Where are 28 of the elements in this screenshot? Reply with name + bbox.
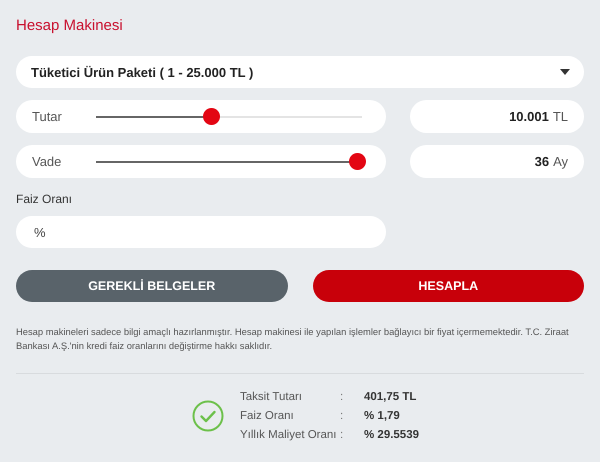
slider-thumb[interactable] (202, 108, 220, 125)
product-dropdown[interactable]: Tüketici Ürün Paketi ( 1 - 25.000 TL ) (16, 56, 584, 88)
result-label: Yıllık Maliyet Oranı (240, 428, 338, 443)
unit-text: Ay (553, 154, 568, 169)
caret-icon (560, 69, 570, 75)
result-label: Taksit Tutarı (240, 390, 303, 405)
slider-thumb[interactable] (349, 153, 366, 170)
value-field[interactable]: 10.001 TL (410, 100, 584, 133)
result-value: % 1,79 (364, 409, 401, 424)
unit-text: TL (552, 109, 568, 124)
result-value: % 29.5539 (364, 428, 419, 443)
separator-text: : (340, 428, 344, 443)
value-text: 10.001 (509, 109, 549, 124)
value-field[interactable]: 36 Ay (410, 145, 584, 178)
calculator-title: Hesap Makinesi (16, 17, 124, 36)
calculate-button[interactable]: HESAPLA (312, 270, 584, 302)
disclaimer-text: Hesap makineleri sadece bilgi amaçlı hazırlanmıştır. Hesap makinesi ile yapılan işlemler bağlayıcı bir fiyat içermemektedir. T.C. Ziraat Bankası A.Ş.'nin kredi faiz oranlarını değiştirme hakkı saklıdır. (16, 325, 570, 353)
rate-input-field[interactable]: % (16, 216, 386, 248)
slider-label: Tutar (32, 109, 63, 124)
slider-label: Vade (32, 154, 62, 169)
check-circle-icon (192, 400, 224, 432)
field-label: Faiz Oranı (16, 192, 74, 206)
separator-text: : (340, 409, 344, 424)
value-text: 36 (534, 154, 550, 169)
result-value: 401,75 TL (364, 390, 418, 405)
separator-text: : (340, 390, 344, 405)
documents-button[interactable]: GEREKLİ BELGELER (16, 270, 288, 302)
result-label: Faiz Oranı (240, 409, 295, 424)
